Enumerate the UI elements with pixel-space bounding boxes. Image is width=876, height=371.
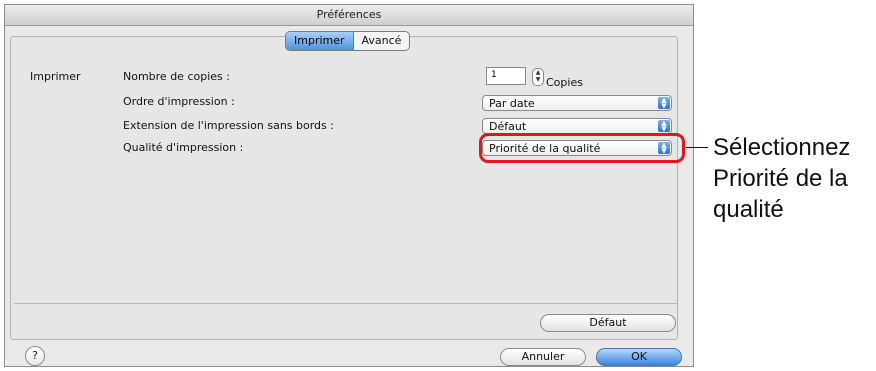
copies-label: Nombre de copies : [123,70,230,83]
divider [14,303,678,304]
cancel-button[interactable]: Annuler [500,348,586,366]
window-title: Préférences [5,5,693,26]
copies-unit-label: Copies [546,76,583,89]
extension-label: Extension de l'impression sans bords : [123,119,334,132]
callout-line1: Sélectionnez [713,134,851,161]
tab-bar: Imprimer Avancé [285,31,411,51]
section-label: Imprimer [30,70,81,83]
quality-label: Qualité d'impression : [123,141,244,154]
order-popup[interactable]: Par date ▲ ▼ [482,95,672,111]
default-button[interactable]: Défaut [540,314,676,332]
order-value: Par date [489,97,535,110]
extension-popup[interactable]: Défaut ▲ ▼ [482,118,672,134]
tab-imprimer[interactable]: Imprimer [286,32,354,50]
copies-input[interactable]: 1 [486,67,526,85]
help-button[interactable]: ? [25,346,45,366]
copies-stepper[interactable]: ▲ ▼ [532,68,544,86]
tab-avance[interactable]: Avancé [354,32,410,50]
callout-line3: qualité [713,196,784,223]
extension-value: Défaut [489,120,527,133]
highlight-ring [479,133,685,163]
order-label: Ordre d'impression : [123,95,235,108]
ok-button[interactable]: OK [596,348,682,366]
callout-text: Sélectionnez Priorité de la qualité [713,132,850,225]
popup-arrows-icon: ▲ ▼ [658,120,670,133]
callout-line2: Priorité de la [713,165,848,192]
callout-line [686,147,708,148]
popup-arrows-icon: ▲ ▼ [658,97,670,110]
